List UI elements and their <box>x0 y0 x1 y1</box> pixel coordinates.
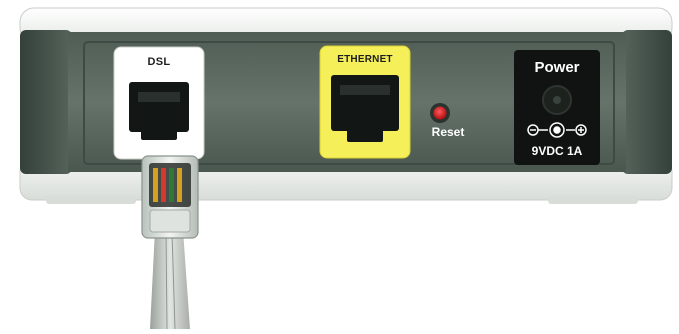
side-cap-left <box>20 30 72 174</box>
power-label: Power <box>534 59 580 76</box>
ethernet-jack <box>331 75 399 131</box>
ethernet-jack-contacts <box>340 85 390 95</box>
dsl-jack <box>129 82 189 132</box>
modem-illustration <box>19 7 673 330</box>
reset-label: Reset <box>431 125 465 139</box>
ethernet-port-label: ETHERNET <box>337 54 393 65</box>
dsl-jack-clip <box>141 126 177 140</box>
reset-button[interactable] <box>433 106 447 120</box>
foot-left <box>46 196 136 204</box>
ethernet-jack-clip <box>347 128 383 142</box>
rj11-plug <box>141 155 199 239</box>
modem-back-panel-photo: DSL ETHERNET Reset Power 9VDC 1A <box>0 0 679 330</box>
power-rating-label: 9VDC 1A <box>531 144 583 158</box>
power-jack-pin <box>553 96 561 104</box>
foot-right <box>548 196 638 204</box>
phone-cable <box>150 230 190 330</box>
dsl-port-label: DSL <box>147 56 171 68</box>
dsl-jack-contacts <box>138 92 180 102</box>
side-cap-right <box>622 30 672 174</box>
